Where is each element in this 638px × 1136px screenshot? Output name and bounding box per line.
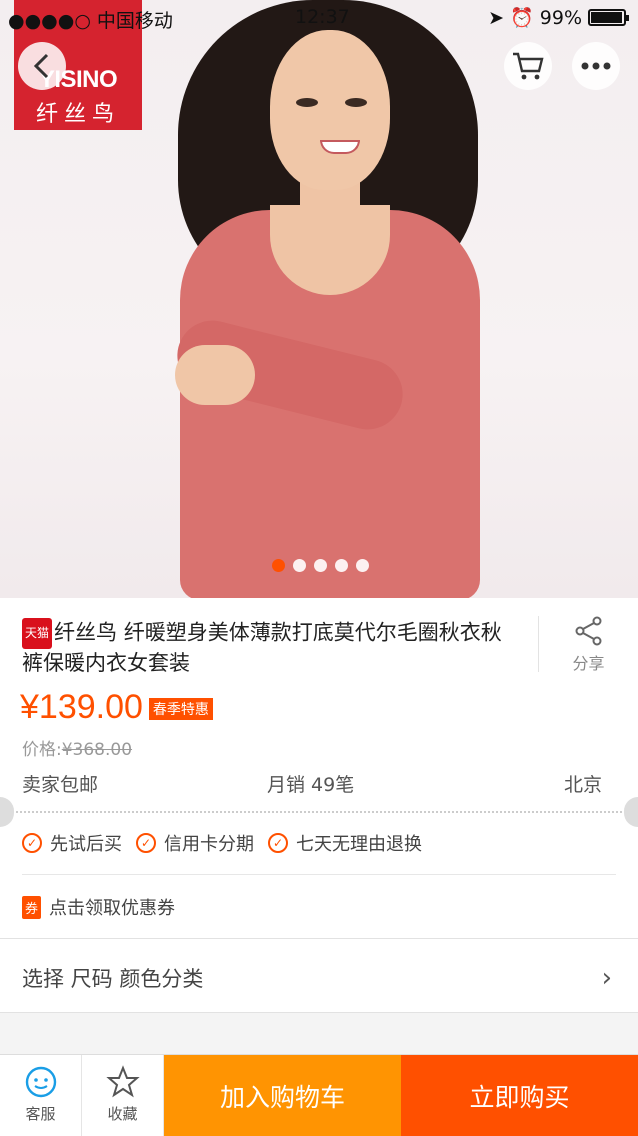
guarantee-item: ✓ 信用卡分期 bbox=[136, 830, 254, 856]
pagination-dot-active bbox=[272, 559, 285, 572]
coupon-text: 点击领取优惠券 bbox=[49, 898, 176, 919]
guarantee-item: ✓ 先试后买 bbox=[22, 830, 122, 856]
guarantee-label: 先试后买 bbox=[50, 834, 122, 855]
share-icon bbox=[575, 616, 601, 646]
product-price: ¥139.00 春季特惠 bbox=[20, 688, 213, 727]
divider bbox=[22, 874, 616, 875]
favorite-label: 收藏 bbox=[107, 1105, 138, 1123]
original-price-label: 价格: bbox=[22, 740, 62, 760]
pagination-dot bbox=[314, 559, 327, 572]
add-to-cart-button[interactable]: 加入购物车 bbox=[164, 1055, 401, 1136]
carrier-signal: ●●●●○ 中国移动 bbox=[8, 10, 173, 32]
location-icon: ➤ bbox=[488, 6, 505, 29]
guarantee-label: 信用卡分期 bbox=[164, 834, 254, 855]
original-price: 价格:¥368.00 bbox=[22, 735, 132, 760]
coupon-row[interactable]: 券 点击领取优惠券 bbox=[22, 894, 175, 920]
monthly-sales: 月销 49笔 bbox=[267, 774, 355, 796]
guarantee-label: 七天无理由退换 bbox=[296, 834, 422, 855]
cart-button[interactable] bbox=[504, 42, 552, 90]
pagination-dot bbox=[293, 559, 306, 572]
buy-now-button[interactable]: 立即购买 bbox=[401, 1055, 638, 1136]
product-info: 天猫 纤丝鸟 纤暖塑身美体薄款打底莫代尔毛圈秋衣秋裤保暖内衣女套装 分享 ¥139… bbox=[0, 598, 638, 938]
pagination-dot bbox=[356, 559, 369, 572]
customer-service-button[interactable]: 客服 bbox=[0, 1055, 82, 1136]
model-face bbox=[270, 30, 390, 190]
pagination-dot bbox=[335, 559, 348, 572]
model-eye bbox=[296, 98, 318, 107]
coupon-icon: 券 bbox=[22, 895, 42, 919]
product-title-text: 纤丝鸟 纤暖塑身美体薄款打底莫代尔毛圈秋衣秋裤保暖内衣女套装 bbox=[22, 620, 502, 676]
check-circle-icon: ✓ bbox=[136, 833, 156, 853]
status-bar: ●●●●○ 中国移动 12:37 ➤ ⏰ 99% bbox=[0, 0, 638, 36]
check-circle-icon: ✓ bbox=[22, 833, 42, 853]
model-hand bbox=[175, 345, 255, 405]
status-right: ➤ ⏰ 99% bbox=[488, 6, 629, 29]
back-button[interactable] bbox=[18, 42, 66, 90]
guarantee-list[interactable]: ✓ 先试后买 ✓ 信用卡分期 ✓ 七天无理由退换 bbox=[22, 830, 426, 856]
promo-tag: 春季特惠 bbox=[148, 698, 213, 721]
original-price-value: ¥368.00 bbox=[61, 740, 133, 760]
battery-icon bbox=[588, 9, 629, 26]
more-dots-icon bbox=[581, 62, 611, 70]
alarm-icon: ⏰ bbox=[510, 7, 534, 29]
dotted-divider bbox=[0, 811, 638, 813]
check-circle-icon: ✓ bbox=[268, 833, 288, 853]
gallery-pagination bbox=[272, 559, 369, 572]
chevron-left-icon bbox=[33, 53, 49, 79]
product-image-gallery[interactable]: YISINO 纤丝鸟 bbox=[0, 0, 638, 598]
tmall-badge: 天猫 bbox=[22, 618, 53, 649]
guarantee-item: ✓ 七天无理由退换 bbox=[268, 830, 422, 856]
bottom-action-bar: 客服 收藏 加入购物车 立即购买 bbox=[0, 1054, 638, 1136]
service-label: 客服 bbox=[25, 1105, 56, 1123]
price-value: ¥139.00 bbox=[20, 688, 143, 726]
favorite-button[interactable]: 收藏 bbox=[82, 1055, 164, 1136]
product-title: 天猫 纤丝鸟 纤暖塑身美体薄款打底莫代尔毛圈秋衣秋裤保暖内衣女套装 bbox=[22, 618, 522, 678]
sku-select-row[interactable]: 选择 尺码 颜色分类 › bbox=[0, 938, 638, 1013]
model-eye bbox=[345, 98, 367, 107]
battery-percent: 99% bbox=[539, 6, 582, 29]
share-label: 分享 bbox=[572, 654, 605, 673]
cart-icon bbox=[513, 52, 544, 80]
more-button[interactable] bbox=[572, 42, 620, 90]
chevron-right-icon: › bbox=[601, 963, 612, 993]
service-face-icon bbox=[25, 1066, 56, 1098]
shipping-info: 卖家包邮 bbox=[22, 774, 99, 796]
sku-select-label: 选择 尺码 颜色分类 bbox=[22, 967, 204, 991]
star-icon bbox=[105, 1065, 140, 1098]
status-time: 12:37 bbox=[295, 6, 350, 28]
share-button[interactable]: 分享 bbox=[538, 616, 638, 673]
ship-location: 北京 bbox=[563, 774, 602, 796]
